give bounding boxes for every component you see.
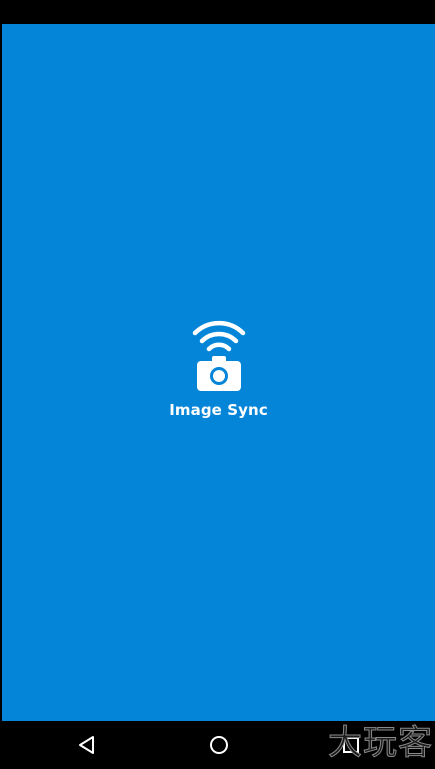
home-circle-icon <box>207 733 231 757</box>
app-name: Image Sync <box>169 401 268 419</box>
status-bar <box>0 0 435 24</box>
recents-square-icon <box>339 733 363 757</box>
back-triangle-icon <box>75 733 99 757</box>
home-button[interactable] <box>207 733 231 757</box>
back-button[interactable] <box>75 733 99 757</box>
splash-screen: Image Sync <box>2 24 435 721</box>
wifi-camera-icon <box>192 320 246 392</box>
recents-button[interactable] <box>339 733 363 757</box>
navigation-bar <box>0 721 435 769</box>
app-logo: Image Sync <box>2 320 435 419</box>
phone-screen: Image Sync 大玩客 <box>0 0 435 769</box>
